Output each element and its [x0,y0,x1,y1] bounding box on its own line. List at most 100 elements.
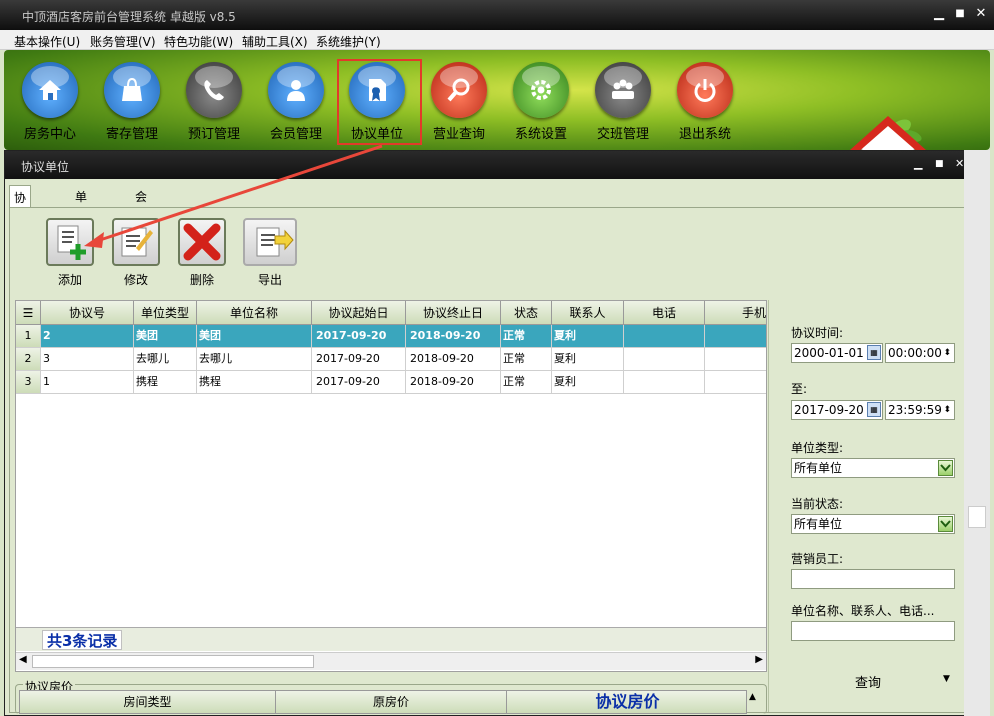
edit-button[interactable]: 修改 [110,218,162,288]
bag-icon [104,62,160,118]
col-end-date[interactable]: 协议终止日 [406,301,501,325]
menu-accounts[interactable]: 账务管理(V) [90,33,156,50]
close-button[interactable]: ✕ [972,6,990,21]
staff-label: 营销员工: [791,552,844,566]
menu-features[interactable]: 特色功能(W) [164,33,233,50]
scroll-thumb[interactable] [32,655,314,668]
agreement-units-window: 协议单位 ▁ ■ ✕ 协议单位 单位类型 会员房价 添加 修改 删除 [4,150,972,716]
export-button[interactable]: 导出 [242,218,298,288]
add-button[interactable]: 添加 [44,218,96,288]
col-status[interactable]: 状态 [501,301,552,325]
vertical-scrollbar[interactable] [964,150,990,716]
toolbar-exit[interactable]: 退出系统 [670,62,740,142]
col-unit-type[interactable]: 单位类型 [134,301,197,325]
export-doc-icon [243,218,297,266]
tab-agreement-units[interactable]: 协议单位 [9,185,32,256]
rates-table-header: 房间类型 原房价 协议房价 [19,690,747,714]
power-icon [677,62,733,118]
menu-maintenance[interactable]: 系统维护(Y) [316,33,381,50]
unit-type-select[interactable]: 所有单位 [791,458,955,478]
to-time-field[interactable]: 23:59:59 ⬍ [885,400,955,420]
agreement-rates-group: 协议房价 房间类型 原房价 协议房价 ▲ [15,678,767,714]
search-label: 单位名称、联系人、电话... [791,604,935,618]
menu-tools[interactable]: 辅助工具(X) [242,33,308,50]
toolbar-reservation[interactable]: 预订管理 [179,62,249,142]
caret-down-icon[interactable]: ▼ [943,674,950,684]
menu-bar: 基本操作(U) 账务管理(V) 特色功能(W) 辅助工具(X) 系统维护(Y) [0,30,994,50]
phone-icon [186,62,242,118]
sub-maximize-button[interactable]: ■ [935,159,944,169]
chevron-down-icon[interactable] [938,460,953,476]
col-unit-name[interactable]: 单位名称 [197,301,312,325]
from-date-field[interactable]: 2000-01-01 ▦ [791,343,883,363]
scroll-up-icon[interactable]: ▲ [749,692,756,702]
time-label: 协议时间: [791,326,844,340]
unit-type-label: 单位类型: [791,441,844,455]
col-mobile[interactable]: 手机 [705,301,768,325]
col-phone[interactable]: 电话 [624,301,705,325]
maximize-button[interactable]: ■ [951,8,969,19]
toolbar-room-center[interactable]: 房务中心 [15,62,85,142]
title-bar: 中顶酒店客房前台管理系统 卓越版 v8.5 ▁ ■ ✕ [0,0,994,30]
toolbar-settings[interactable]: 系统设置 [506,62,576,142]
sub-close-button[interactable]: ✕ [955,157,964,170]
to-date-field[interactable]: 2017-09-20 ▦ [791,400,883,420]
home-icon [22,62,78,118]
tab-panel: 添加 修改 删除 导出 ☰ 协议号 单位类型 单位名称 协议起始日 协议终止日 … [9,207,972,714]
app-title: 中顶酒店客房前台管理系统 卓越版 v8.5 [22,10,236,24]
filter-panel: 协议时间: 2000-01-01 ▦ 00:00:00 ⬍ 至: 2017-09… [768,300,972,712]
delete-button[interactable]: 删除 [176,218,228,288]
record-count: 共3条记录 [42,630,123,650]
row-selector-icon[interactable]: ☰ [16,301,41,325]
col-original-rate[interactable]: 原房价 [276,691,507,713]
tab-unit-types[interactable]: 单位类型 [71,185,91,255]
edit-doc-icon [112,218,160,266]
table-row[interactable]: 3 1 携程 携程 2017-09-20 2018-09-20 正常 夏利 [16,371,766,394]
scroll-left-icon[interactable]: ◀ [19,654,27,665]
scroll-right-icon[interactable]: ▶ [755,654,763,665]
group-icon [595,62,651,118]
delete-x-icon [178,218,226,266]
toolbar-storage[interactable]: 寄存管理 [97,62,167,142]
main-toolbar: 房务中心 寄存管理 预订管理 会员管理 协议单位 营业查询 系统设置 交班管理 … [4,50,990,150]
toolbar-selection-highlight [337,59,422,145]
toolbar-shift[interactable]: 交班管理 [588,62,658,142]
status-label: 当前状态: [791,497,844,511]
add-doc-icon [46,218,94,266]
subwindow-title-bar: 协议单位 ▁ ■ ✕ [5,151,969,179]
magnifier-icon [431,62,487,118]
col-agreement-no[interactable]: 协议号 [41,301,134,325]
table-footer: 共3条记录 [16,627,766,651]
subwindow-title: 协议单位 [21,160,70,174]
person-icon [268,62,324,118]
status-select[interactable]: 所有单位 [791,514,955,534]
spin-icon[interactable]: ⬍ [943,401,951,419]
query-button[interactable]: 查询 [855,672,881,691]
house-logo-icon [850,108,926,150]
toolbar-business-query[interactable]: 营业查询 [424,62,494,142]
col-agreement-rate[interactable]: 协议房价 [507,691,748,713]
to-label: 至: [791,382,808,396]
from-time-field[interactable]: 00:00:00 ⬍ [885,343,955,363]
tab-member-rates[interactable]: 会员房价 [131,185,151,255]
minimize-button[interactable]: ▁ [930,6,948,21]
col-start-date[interactable]: 协议起始日 [312,301,406,325]
toolbar-members[interactable]: 会员管理 [261,62,331,142]
gear-icon [513,62,569,118]
calendar-icon[interactable]: ▦ [867,402,881,417]
scroll-thumb[interactable] [968,506,986,528]
col-room-type[interactable]: 房间类型 [20,691,276,713]
col-contact[interactable]: 联系人 [552,301,624,325]
spin-icon[interactable]: ⬍ [943,344,951,362]
horizontal-scrollbar[interactable]: ◀ ▶ [16,652,766,670]
staff-input[interactable] [791,569,955,589]
menu-basic[interactable]: 基本操作(U) [14,33,80,50]
table-row[interactable]: 2 3 去哪儿 去哪儿 2017-09-20 2018-09-20 正常 夏利 [16,348,766,371]
table-row[interactable]: 1 2 美团 美团 2017-09-20 2018-09-20 正常 夏利 [16,325,766,348]
agreement-units-table: ☰ 协议号 单位类型 单位名称 协议起始日 协议终止日 状态 联系人 电话 手机… [15,300,767,672]
chevron-down-icon[interactable] [938,516,953,532]
sub-minimize-button[interactable]: ▁ [914,157,922,170]
calendar-icon[interactable]: ▦ [867,345,881,360]
search-input[interactable] [791,621,955,641]
table-header: ☰ 协议号 单位类型 单位名称 协议起始日 协议终止日 状态 联系人 电话 手机 [16,301,766,325]
